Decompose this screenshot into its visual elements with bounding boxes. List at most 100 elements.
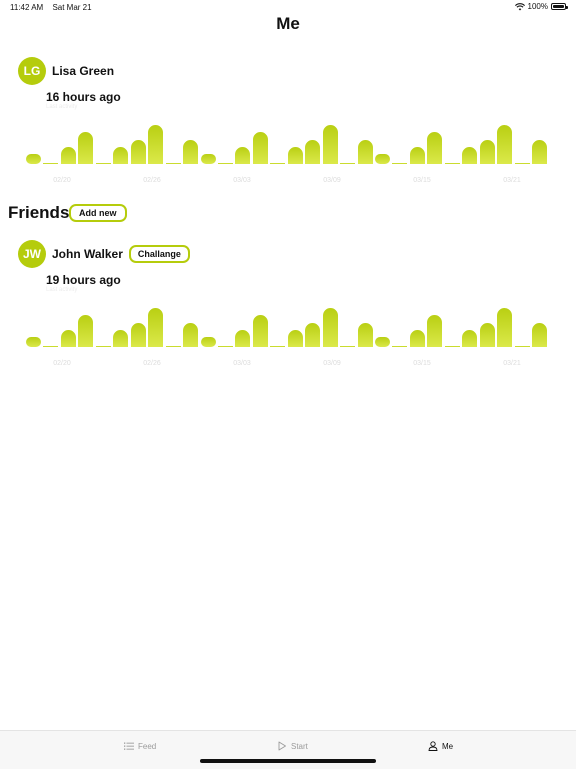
chart-bar: [26, 337, 41, 347]
chart-bar: [305, 322, 321, 347]
chart-bar: [322, 308, 338, 347]
tab-bar: Feed Start Me: [0, 730, 576, 769]
chart-bar: [165, 345, 181, 347]
chart-bar: [479, 322, 495, 347]
chart-bar: [113, 146, 129, 164]
chart-bar: [235, 146, 251, 164]
chart-bar: [165, 162, 181, 164]
chart-tick-label: 03/15: [413, 360, 431, 367]
chart-bar: [462, 146, 478, 164]
tab-label: Feed: [138, 741, 157, 751]
chart-bar: [375, 337, 390, 347]
chart-bar: [235, 329, 251, 347]
chart-bar: [60, 329, 76, 347]
page-title: Me: [276, 14, 300, 33]
chart-tick-label: 03/21: [503, 360, 521, 367]
chart-bar: [514, 345, 530, 347]
chart-bar: [340, 162, 356, 164]
chart-bar: [270, 162, 286, 164]
chart-bar: [78, 132, 94, 164]
friend-activity-chart: 02/20 02/26 03/03 03/09 03/15 03/21: [26, 305, 551, 375]
play-icon: [278, 741, 286, 751]
chart-bar: [217, 345, 233, 347]
friend-last-activity-time: 19 hours ago: [46, 273, 121, 287]
chart-tick-label: 02/26: [143, 360, 161, 367]
chart-bar: [340, 345, 356, 347]
my-activity-chart: 02/20 02/26 03/03 03/09 03/15 03/21: [26, 122, 551, 192]
chart-tick-label: 02/20: [53, 177, 71, 184]
chart-bar: [357, 139, 373, 164]
chart-bar: [392, 162, 408, 164]
status-date: Sat Mar 21: [52, 3, 92, 12]
status-left: 11:42 AM Sat Mar 21: [10, 3, 99, 12]
chart-bar: [252, 315, 268, 347]
wifi-icon: [514, 2, 525, 10]
challenge-button[interactable]: Challange: [128, 245, 190, 263]
last-activity-label: Last activity: [46, 104, 78, 110]
chart-bar: [130, 139, 146, 164]
add-friend-button[interactable]: Add new: [69, 204, 127, 222]
status-right: 100%: [514, 2, 568, 11]
chart-bar: [287, 329, 303, 347]
chart-tick-label: 03/09: [323, 360, 341, 367]
battery-percent: 100%: [527, 2, 548, 11]
chart-bar: [43, 162, 59, 164]
chart-bar: [200, 154, 216, 164]
chart-tick-label: 03/21: [503, 177, 521, 184]
last-activity-time: 16 hours ago: [46, 90, 121, 104]
chart-bar: [479, 139, 495, 164]
list-icon: [124, 742, 134, 750]
friend-name: John Walker: [52, 247, 123, 261]
status-bar: 11:42 AM Sat Mar 21 100%: [0, 0, 576, 14]
chart-bar: [26, 154, 41, 164]
chart-bar: [532, 139, 548, 164]
chart-tick-label: 03/15: [413, 177, 431, 184]
chart-bar: [375, 154, 390, 164]
chart-bar: [409, 329, 425, 347]
home-indicator: [200, 759, 376, 763]
chart-bar: [444, 162, 460, 164]
chart-tick-label: 02/20: [53, 360, 71, 367]
chart-bar: [462, 329, 478, 347]
chart-bar: [95, 162, 111, 164]
chart-tick-label: 03/09: [323, 177, 341, 184]
chart-bar: [514, 162, 530, 164]
chart-bar: [130, 322, 146, 347]
chart-bar: [322, 125, 338, 164]
chart-bar: [183, 322, 199, 347]
chart-bar: [497, 308, 513, 347]
chart-bar: [305, 139, 321, 164]
tab-start[interactable]: Start: [277, 741, 308, 751]
chart-bar: [252, 132, 268, 164]
chart-bar: [95, 345, 111, 347]
tab-me[interactable]: Me: [428, 741, 453, 751]
chart-tick-label: 03/03: [233, 360, 251, 367]
tab-label: Start: [291, 741, 308, 751]
avatar: JW: [18, 240, 46, 268]
chart-bar: [217, 162, 233, 164]
chart-bar: [427, 315, 443, 347]
chart-bar: [532, 322, 548, 347]
my-profile-row[interactable]: LG Lisa Green: [18, 57, 114, 85]
chart-tick-label: 03/03: [233, 177, 251, 184]
chart-bar: [287, 146, 303, 164]
friend-last-activity-label: Last activity: [46, 287, 78, 293]
chart-bar: [427, 132, 443, 164]
tab-feed[interactable]: Feed: [124, 741, 156, 751]
chart-bar: [148, 308, 164, 347]
chart-bar: [183, 139, 199, 164]
friend-row[interactable]: JW John Walker Challange: [18, 240, 190, 268]
chart-bar: [113, 329, 129, 347]
profile-name: Lisa Green: [52, 64, 115, 78]
chart-bar: [392, 345, 408, 347]
status-time: 11:42 AM: [10, 3, 44, 12]
chart-tick-label: 02/26: [143, 177, 161, 184]
chart-bar: [357, 322, 373, 347]
chart-bar: [409, 146, 425, 164]
chart-bar: [497, 125, 513, 164]
chart-bar: [444, 345, 460, 347]
friends-heading: Friends: [8, 203, 70, 222]
chart-bar: [60, 146, 76, 164]
tab-label: Me: [442, 741, 454, 751]
chart-bar: [43, 345, 59, 347]
